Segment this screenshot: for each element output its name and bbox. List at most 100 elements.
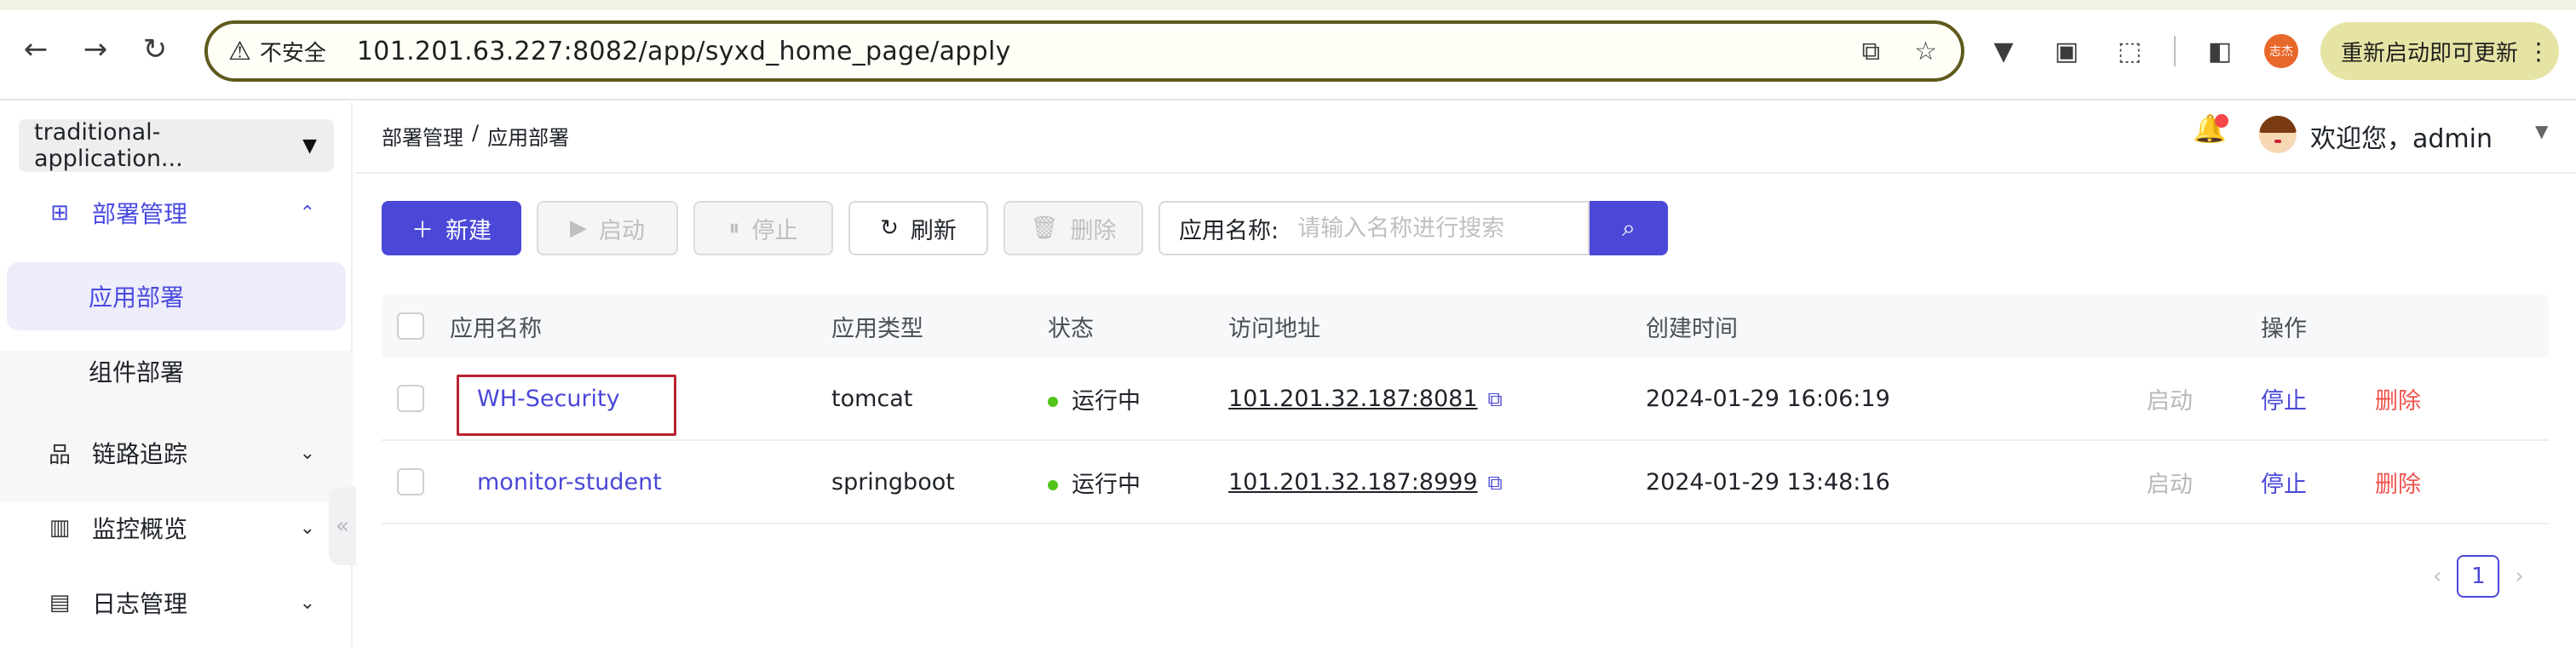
sidebar: traditional-application... ▼ ⊞ 部署管理 ⌃ 应用… [0,102,353,647]
side-panel-icon[interactable]: ◧ [2201,32,2239,70]
address-bar[interactable]: ⚠ 不安全 101.201.63.227:8082/app/syxd_home_… [204,20,1964,82]
breadcrumb: 部署管理 / 应用部署 [382,121,569,151]
app-type: tomcat [831,385,913,412]
app-name-link[interactable]: WH-Security [477,386,620,412]
extensions-puzzle-icon[interactable]: ⬚ [2111,32,2148,70]
copy-icon[interactable]: ⧉ [1488,471,1503,495]
row-delete-action[interactable]: 删除 [2375,382,2421,415]
sidebar-item-label: 日志管理 [92,590,188,618]
sidebar-item-label: 组件部署 [89,358,185,386]
toolbar-divider [2174,36,2176,66]
translate-icon[interactable]: ⧉ [1862,37,1880,66]
trash-icon: 🗑 [1030,215,1059,241]
table-row: WH-Security tomcat 运行中 101.201.32.187:80… [382,358,2549,441]
extension-app-icon[interactable]: ▣ [2048,32,2085,70]
address-link[interactable]: 101.201.32.187:8999 [1228,469,1478,495]
sidebar-item-tracing[interactable]: 品 链路追踪 ⌄ [0,419,353,487]
bar-chart-icon: ▥ [49,515,71,541]
app-selector[interactable]: traditional-application... ▼ [19,119,334,172]
search-input[interactable] [1297,215,1579,242]
page-number[interactable]: 1 [2457,555,2500,598]
col-app-type: 应用类型 [831,315,923,342]
delete-button[interactable]: 🗑 删除 [1003,201,1143,255]
breadcrumb-separator: / [472,121,480,145]
forward-icon[interactable]: → [72,26,119,73]
table-header: 应用名称 应用类型 状态 访问地址 创建时间 操作 [382,295,2549,358]
search-button[interactable]: ⌕ [1590,201,1668,255]
pagination: ‹ 1 › [2433,553,2524,599]
extensions-area: ▼ ▣ ⬚ ◧ 志杰 [1985,20,2298,82]
search-label: 应用名称: [1179,217,1279,244]
prev-page-icon[interactable]: ‹ [2433,564,2441,589]
grid-icon: ⊞ [50,200,69,226]
row-checkbox[interactable] [397,385,424,412]
address-link[interactable]: 101.201.32.187:8081 [1228,386,1478,412]
app-type: springboot [831,468,955,495]
chevron-down-icon: ⌄ [299,592,315,614]
sidebar-item-logs[interactable]: ▤ 日志管理 ⌄ [0,569,353,637]
status-badge: 运行中 [1048,466,1141,499]
col-actions: 操作 [2261,315,2307,342]
avatar[interactable] [2259,116,2297,153]
caret-down-icon: ▼ [302,135,317,157]
app-name-link[interactable]: monitor-student [477,469,662,495]
url-text[interactable]: 101.201.63.227:8082/app/syxd_home_page/a… [357,37,1011,66]
log-icon: ▤ [49,590,71,616]
stop-button[interactable]: ⏸ 停止 [693,201,833,255]
sidebar-item-label: 部署管理 [92,200,188,228]
browser-toolbar: ← → ↻ ⚠ 不安全 101.201.63.227:8082/app/syxd… [0,0,2576,100]
start-button[interactable]: ▶ 启动 [537,201,678,255]
col-address: 访问地址 [1228,315,1320,342]
row-start-action[interactable]: 启动 [2147,382,2193,415]
profile-avatar[interactable]: 志杰 [2264,34,2298,68]
copy-icon[interactable]: ⧉ [1488,387,1503,411]
notification-badge [2215,114,2228,128]
main-header: 部署管理 / 应用部署 🔔 欢迎您，admin ▼ [354,102,2576,174]
chevron-down-icon: ⌄ [299,442,315,464]
app-selector-value: traditional-application... [34,119,183,172]
tab-strip [0,0,2576,10]
caret-down-icon[interactable]: ▼ [2535,121,2548,141]
row-stop-action[interactable]: 停止 [2261,466,2307,499]
warning-icon[interactable]: ⚠ [228,37,251,66]
row-delete-action[interactable]: 删除 [2375,466,2421,499]
more-menu-icon[interactable]: ⋮ [2527,37,2550,66]
breadcrumb-parent[interactable]: 部署管理 [382,121,463,151]
double-chevron-left-icon: « [336,513,349,539]
sidebar-item-label: 链路追踪 [92,440,188,468]
breadcrumb-current: 应用部署 [487,126,570,150]
row-checkbox[interactable] [397,468,424,495]
refresh-icon: ↻ [880,215,899,241]
status-badge: 运行中 [1048,382,1141,415]
created-time: 2024-01-29 16:06:19 [1646,385,1890,412]
search-box: 应用名称: [1159,201,1590,255]
refresh-button[interactable]: ↻ 刷新 [848,201,988,255]
security-label[interactable]: 不安全 [260,36,326,67]
sidebar-item-component-deploy[interactable]: 组件部署 [7,337,346,405]
access-address: 101.201.32.187:8999 ⧉ [1228,469,1503,495]
vue-devtools-icon[interactable]: ▼ [1985,32,2022,70]
notification-bell-icon[interactable]: 🔔 [2193,112,2235,155]
status-dot [1048,397,1058,407]
bookmark-star-icon[interactable]: ☆ [1914,37,1937,66]
row-start-action[interactable]: 启动 [2147,466,2193,499]
sidebar-item-app-deploy[interactable]: 应用部署 [7,262,346,330]
update-button[interactable]: 重新启动即可更新 ⋮ [2320,22,2559,80]
chevron-up-icon: ⌃ [299,202,315,224]
new-button[interactable]: ＋ 新建 [382,201,521,255]
update-label: 重新启动即可更新 [2341,40,2519,66]
table-row: monitor-student springboot 运行中 101.201.3… [382,441,2549,524]
reload-icon[interactable]: ↻ [131,26,179,73]
back-icon[interactable]: ← [12,26,60,73]
search-icon: ⌕ [1622,214,1636,242]
sidebar-item-monitoring[interactable]: ▥ 监控概览 ⌄ [0,494,353,562]
col-created: 创建时间 [1646,315,1738,342]
welcome-text[interactable]: 欢迎您，admin [2310,117,2493,155]
sidebar-collapse-handle[interactable]: « [329,487,356,565]
row-stop-action[interactable]: 停止 [2261,382,2307,415]
chevron-down-icon: ⌄ [299,517,315,539]
sidebar-item-deployment[interactable]: ⊞ 部署管理 ⌃ [0,179,353,247]
sidebar-item-label: 应用部署 [89,283,185,312]
select-all-checkbox[interactable] [397,312,424,340]
next-page-icon[interactable]: › [2515,564,2523,589]
